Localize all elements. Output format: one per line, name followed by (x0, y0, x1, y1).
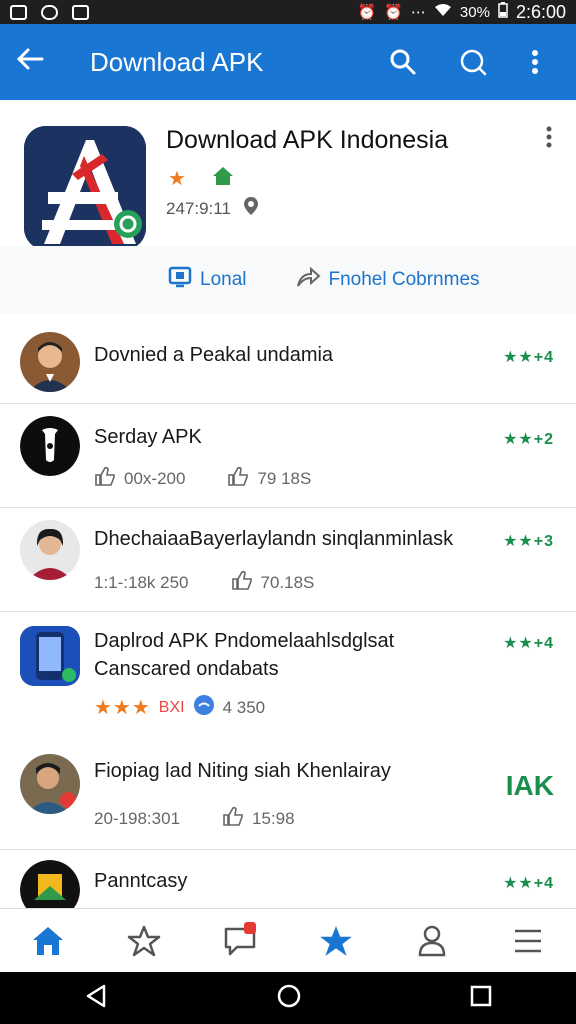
app-meta: 247:9:11 (166, 196, 259, 221)
item-rating: ★★+3 (503, 533, 554, 550)
message-icon (41, 4, 58, 20)
bottom-navigation (0, 908, 576, 972)
avatar (20, 754, 80, 814)
item-stat-text: 1:1-:18k 250 (94, 572, 189, 592)
nav-home-button[interactable] (18, 916, 78, 966)
review-count: 15:98 (252, 808, 295, 828)
battery-text: 30% (459, 3, 490, 21)
download-icon (72, 4, 89, 20)
list-item[interactable]: Daplrod APK Pndomelaahlsdglsat Canscared… (0, 612, 576, 740)
item-title: Fiopiag lad Niting siah Khenlairay (94, 760, 391, 782)
item-title: Serday APK (94, 426, 202, 448)
avatar (20, 332, 80, 392)
status-bar: ⏰ ⏰ ⋯ 30% 2:6:00 (0, 0, 576, 24)
back-triangle-icon[interactable] (84, 984, 108, 1013)
avatar (20, 416, 80, 476)
hamburger-menu-icon (515, 929, 541, 952)
app-name: Download APK Indonesia (166, 126, 449, 154)
like-count: 00x-200 (124, 468, 186, 488)
home-circle-icon[interactable] (276, 983, 302, 1014)
more-vert-icon[interactable] (510, 49, 560, 75)
share-button[interactable]: Fnohel Cobrnmes (295, 266, 480, 294)
list-item[interactable]: DhechaiaaBayerlaylandn sinqlanminlask ★★… (0, 508, 576, 612)
page-title: Download APK (90, 46, 264, 77)
list-item[interactable]: Dovnied a Peakal undamia ★★+4 (0, 322, 576, 404)
header-actions: Lonal Fnohel Cobrnmes (0, 246, 576, 314)
like-icon[interactable] (222, 806, 244, 831)
item-badge: IAK (505, 770, 554, 801)
item-rating: ★★+2 (503, 431, 554, 448)
phone-app-icon (20, 626, 80, 686)
app-logo-icon (24, 126, 146, 250)
share-icon (295, 266, 321, 294)
local-button[interactable]: Lonal (168, 266, 247, 294)
star-outline-icon (127, 925, 161, 956)
avatar (20, 860, 80, 908)
list-item[interactable]: Panntcasy ★★+4 (0, 850, 576, 908)
like-icon[interactable] (227, 466, 249, 491)
app-header-card: Download APK Indonesia ★ 247:9:11 Lonal … (0, 100, 576, 314)
item-title: Panntcasy (94, 870, 188, 892)
verified-icon (193, 694, 215, 721)
star-filled-icon (320, 925, 352, 956)
item-meta: 1:1-:18k 250 70.18S (94, 570, 314, 595)
item-title: Daplrod APK Pndomelaahlsdglsat (94, 630, 395, 652)
item-title: Dovnied a Peakal undamia (94, 344, 334, 366)
item-tag: BXI (158, 698, 185, 716)
search-icon[interactable] (378, 48, 428, 76)
wifi-icon (434, 3, 452, 21)
item-stat-text: 4 350 (222, 697, 266, 717)
header-more-icon[interactable] (546, 126, 552, 155)
share-button-label: Fnohel Cobrnmes (328, 269, 480, 290)
local-button-label: Lonal (200, 269, 247, 290)
battery-icon (498, 2, 508, 22)
notification-badge (244, 921, 256, 934)
nav-favorites-button[interactable] (114, 916, 174, 966)
notification-icon (10, 4, 27, 20)
item-rating: ★★+4 (503, 875, 554, 892)
alarm-icon-2: ⏰ (384, 4, 403, 21)
back-arrow-icon[interactable] (16, 45, 64, 79)
item-meta: 20-198:301 15:98 (94, 806, 295, 831)
search-alt-icon[interactable] (448, 47, 498, 77)
home-icon (33, 926, 63, 955)
alarm-icon: ⏰ (357, 4, 377, 21)
item-title: DhechaiaaBayerlaylandn sinqlanminlask (94, 528, 454, 550)
location-pin-icon (243, 196, 259, 221)
list-item[interactable]: Fiopiag lad Niting siah Khenlairay IAK 2… (0, 740, 576, 850)
item-stat-text: 20-198:301 (94, 808, 181, 828)
item-meta: ★★★ BXI 4 350 (94, 694, 265, 721)
review-count: 70.18S (260, 572, 315, 592)
star-icon: ★ (168, 168, 186, 190)
like-icon[interactable] (94, 466, 116, 491)
nav-profile-button[interactable] (402, 916, 462, 966)
screen-icon (168, 266, 192, 294)
nav-top-button[interactable] (306, 916, 366, 966)
review-count: 79 18S (257, 468, 312, 488)
app-meta-text: 247:9:11 (166, 198, 231, 218)
item-meta: 00x-200 79 18S (94, 466, 311, 491)
recents-square-icon[interactable] (470, 985, 492, 1012)
home-green-icon (212, 166, 234, 191)
item-rating: ★★+4 (503, 635, 554, 652)
item-subtitle: Canscared ondabats (94, 658, 279, 680)
list-item[interactable]: Serday APK ★★+2 00x-200 79 18S (0, 404, 576, 508)
app-bar: Download APK (0, 24, 576, 100)
like-icon[interactable] (231, 570, 253, 595)
rating-row: ★ (168, 166, 234, 191)
nav-menu-button[interactable] (498, 916, 558, 966)
person-icon (418, 925, 446, 956)
item-rating: ★★+4 (503, 349, 554, 366)
vibrate-icon: ⋯ (410, 4, 426, 21)
nav-messages-button[interactable] (210, 916, 270, 966)
avatar (20, 520, 80, 580)
clock: 2:6:00 (515, 1, 566, 22)
stars-icon: ★★★ (94, 697, 151, 719)
system-navigation-bar (0, 972, 576, 1024)
